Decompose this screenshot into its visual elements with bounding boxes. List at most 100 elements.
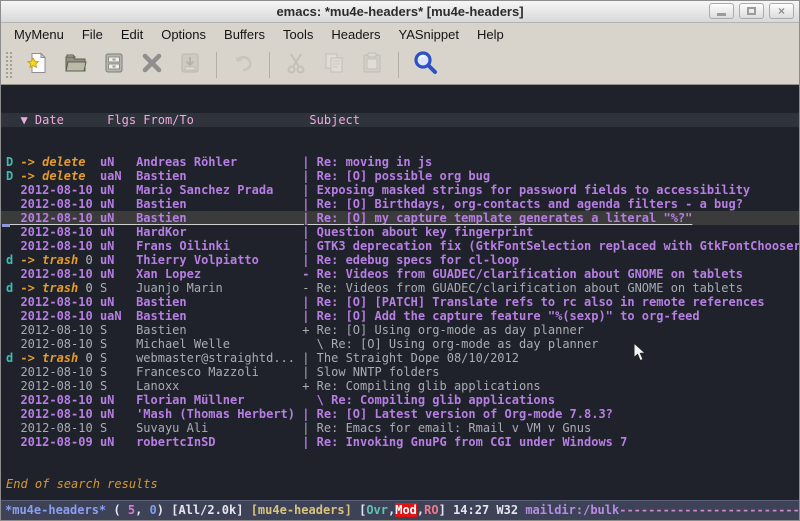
message-row[interactable]: 2012-08-10 uN Frans Oilinki | GTK3 depre… xyxy=(6,239,799,253)
message-from: Suvayu Ali xyxy=(136,421,302,435)
mark-letter xyxy=(6,379,20,393)
undo-button xyxy=(224,49,262,81)
message-subject: | Exposing masked strings for password f… xyxy=(302,183,750,197)
message-subject: | GTK3 deprecation fix (GtkFontSelection… xyxy=(302,239,799,253)
message-date: 2012-08-10 xyxy=(20,407,99,421)
mode-line[interactable]: *mu4e-headers* ( 5, 0) [All/2.0k] [mu4e-… xyxy=(1,500,799,520)
message-row[interactable]: 2012-08-10 uN Xan Lopez - Re: Videos fro… xyxy=(6,267,799,281)
new-file-button[interactable] xyxy=(19,49,57,81)
minimize-button[interactable] xyxy=(709,3,734,19)
open-folder-button[interactable] xyxy=(57,49,95,81)
message-row-text: 2012-08-10 uN Florian Müllner \ Re: Comp… xyxy=(6,393,555,407)
message-subject: | The Straight Dope 08/10/2012 xyxy=(302,351,519,365)
modeline-segment: ( xyxy=(106,503,128,517)
save-button[interactable] xyxy=(95,49,133,81)
delete-mark: -> delete xyxy=(20,155,85,169)
message-flags: S xyxy=(100,323,136,337)
message-row[interactable]: 2012-08-10 S Francesco Mazzoli | Slow NN… xyxy=(6,365,799,379)
message-row-text: 2012-08-10 S Bastien + Re: [O] Using org… xyxy=(6,323,584,337)
message-from: Florian Müllner xyxy=(136,393,302,407)
menu-headers[interactable]: Headers xyxy=(322,24,389,45)
search-icon xyxy=(412,50,438,81)
message-row-text: 2012-08-10 S Lanoxx + Re: Compiling glib… xyxy=(6,379,541,393)
maximize-icon xyxy=(747,7,756,15)
message-row[interactable]: 2012-08-10 uN Florian Müllner \ Re: Comp… xyxy=(6,393,799,407)
modeline-segment: 14:27 W32 xyxy=(453,503,525,517)
message-row[interactable]: 2012-08-10 uN Bastien | Re: [O] my captu… xyxy=(1,211,799,225)
mark-letter: D xyxy=(6,169,20,183)
mark-letter xyxy=(6,435,20,449)
message-row[interactable]: 2012-08-10 uN Bastien | Re: [O] Birthday… xyxy=(6,197,799,211)
message-flags: S xyxy=(100,365,136,379)
message-row[interactable]: 2012-08-10 S Lanoxx + Re: Compiling glib… xyxy=(6,379,799,393)
modeline-segment: RO xyxy=(424,503,438,517)
menu-buffers[interactable]: Buffers xyxy=(215,24,274,45)
menu-tools[interactable]: Tools xyxy=(274,24,322,45)
trash-mark: -> trash xyxy=(20,351,78,365)
menu-file[interactable]: File xyxy=(73,24,112,45)
mark-letter xyxy=(6,337,20,351)
message-subject: | Re: [O] Latest version of Org-mode 7.8… xyxy=(302,407,613,421)
modeline-segment: Mod xyxy=(395,503,417,517)
mark-letter xyxy=(6,225,20,239)
message-row-text: 2012-08-10 S Suvayu Ali | Re: Emacs for … xyxy=(6,421,591,435)
message-row[interactable]: D -> delete uaN Bastien | Re: [O] possib… xyxy=(6,169,799,183)
message-row-text: 2012-08-10 uN 'Mash (Thomas Herbert) | R… xyxy=(6,407,613,421)
message-row[interactable]: 2012-08-10 uaN Bastien | Re: [O] Add the… xyxy=(6,309,799,323)
trash-mark: -> trash xyxy=(20,281,78,295)
message-row[interactable]: 2012-08-10 uN 'Mash (Thomas Herbert) | R… xyxy=(6,407,799,421)
mark-letter xyxy=(6,309,20,323)
search-button[interactable] xyxy=(406,49,444,81)
mark-letter xyxy=(6,239,20,253)
message-row[interactable]: d -> trash 0 S Juanjo Marin - Re: Videos… xyxy=(6,281,799,295)
message-flags: uN xyxy=(100,253,136,267)
message-row[interactable]: d -> trash 0 S webmaster@straightd... | … xyxy=(6,351,799,365)
menu-bar: MyMenuFileEditOptionsBuffersToolsHeaders… xyxy=(1,23,799,46)
message-row[interactable]: 2012-08-10 uN Bastien | Re: [O] [PATCH] … xyxy=(6,295,799,309)
menu-help[interactable]: Help xyxy=(468,24,513,45)
message-date: 2012-08-10 xyxy=(20,225,99,239)
close-button[interactable] xyxy=(133,49,171,81)
modeline-segment: -------------------------------------- xyxy=(619,503,799,517)
message-flags: uN xyxy=(100,225,136,239)
close-icon: × xyxy=(778,5,785,17)
message-flags: uN xyxy=(100,435,136,449)
message-subject: | Question about key fingerprint xyxy=(302,225,533,239)
message-row[interactable]: 2012-08-10 uN HardKor | Question about k… xyxy=(6,225,799,239)
mark-letter: d xyxy=(6,351,20,365)
message-row[interactable]: 2012-08-09 uN robertcInSD | Re: Invoking… xyxy=(6,435,799,449)
message-flags: uaN xyxy=(100,169,136,183)
message-flags: S xyxy=(100,421,136,435)
mark-letter xyxy=(6,267,20,281)
message-date: 2012-08-10 xyxy=(20,379,99,393)
menu-yasnippet[interactable]: YASnippet xyxy=(389,24,467,45)
message-flags: uN xyxy=(100,239,136,253)
message-flags: uN xyxy=(100,295,136,309)
message-row-text: 2012-08-10 uaN Bastien | Re: [O] Add the… xyxy=(6,309,700,323)
message-flags: uaN xyxy=(100,309,136,323)
maximize-button[interactable] xyxy=(739,3,764,19)
paste-button xyxy=(353,49,391,81)
toolbar-drag-handle[interactable] xyxy=(5,51,13,79)
mark-letter xyxy=(6,323,20,337)
modeline-segment: [mu4e-headers] xyxy=(251,503,359,517)
delete-mark: -> delete xyxy=(20,169,85,183)
message-row[interactable]: 2012-08-10 S Suvayu Ali | Re: Emacs for … xyxy=(6,421,799,435)
message-row[interactable]: 2012-08-10 S Bastien + Re: [O] Using org… xyxy=(6,323,799,337)
undo-icon xyxy=(231,51,255,80)
menu-options[interactable]: Options xyxy=(152,24,215,45)
message-row[interactable]: d -> trash 0 uN Thierry Volpiatto | Re: … xyxy=(6,253,799,267)
message-row[interactable]: 2012-08-10 S Michael Welle \ Re: [O] Usi… xyxy=(6,337,799,351)
message-row[interactable]: 2012-08-10 uN Mario Sanchez Prada | Expo… xyxy=(6,183,799,197)
menu-edit[interactable]: Edit xyxy=(112,24,152,45)
mark-letter xyxy=(6,407,20,421)
open-folder-icon xyxy=(64,51,88,80)
cut-icon xyxy=(284,51,308,80)
message-subject: + Re: [O] Using org-mode as day planner xyxy=(302,323,584,337)
title-bar[interactable]: emacs: *mu4e-headers* [mu4e-headers] × xyxy=(1,1,799,23)
message-subject: | Re: [O] Birthdays, org-contacts and ag… xyxy=(302,197,743,211)
mu4e-headers-buffer[interactable]: ▼ Date Flgs From/To Subject D -> delete … xyxy=(1,85,799,500)
message-row[interactable]: D -> delete uN Andreas Röhler | Re: movi… xyxy=(6,155,799,169)
menu-mymenu[interactable]: MyMenu xyxy=(5,24,73,45)
close-button[interactable]: × xyxy=(769,3,794,19)
